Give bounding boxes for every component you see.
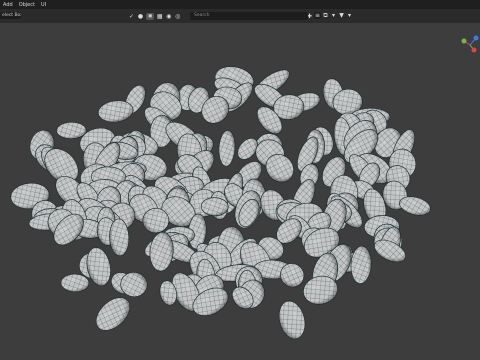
bean-mesh[interactable] [350,245,372,284]
bean-mesh[interactable] [56,121,87,140]
object-color-icon[interactable]: ● [137,13,144,20]
bean-mesh[interactable] [90,291,136,336]
menu-add[interactable]: Add [0,2,16,8]
menu-ui[interactable]: UI [38,2,49,8]
menu-bar: Add Object UI [0,0,480,9]
bean-pile[interactable] [10,63,433,342]
sphere-alt-icon[interactable]: ◎ [174,13,181,20]
menu-icon[interactable]: ≡ [314,12,321,19]
layers-icon[interactable]: ⧉ [322,12,329,19]
chevron-down-icon[interactable]: ▾ [330,12,337,19]
mesh-icon[interactable]: ▦ [156,13,163,20]
search-input[interactable]: Search [190,12,308,20]
bean-mesh[interactable] [218,130,236,167]
sphere-icon[interactable]: ◉ [165,13,172,20]
filter-icon[interactable]: ▼ [338,12,345,19]
bean-shading [96,297,130,331]
menu-object[interactable]: Object [16,2,38,8]
chevron-down-icon[interactable]: ▾ [346,12,353,19]
visibility-check-icon[interactable]: ✓ [128,13,135,20]
select-box-dropdown[interactable]: elect Box [0,12,21,19]
bean-shading [279,301,305,339]
bean-mesh[interactable] [275,298,309,342]
3d-viewport[interactable] [0,23,480,360]
select-mode-button[interactable]: ▣ [146,12,155,20]
